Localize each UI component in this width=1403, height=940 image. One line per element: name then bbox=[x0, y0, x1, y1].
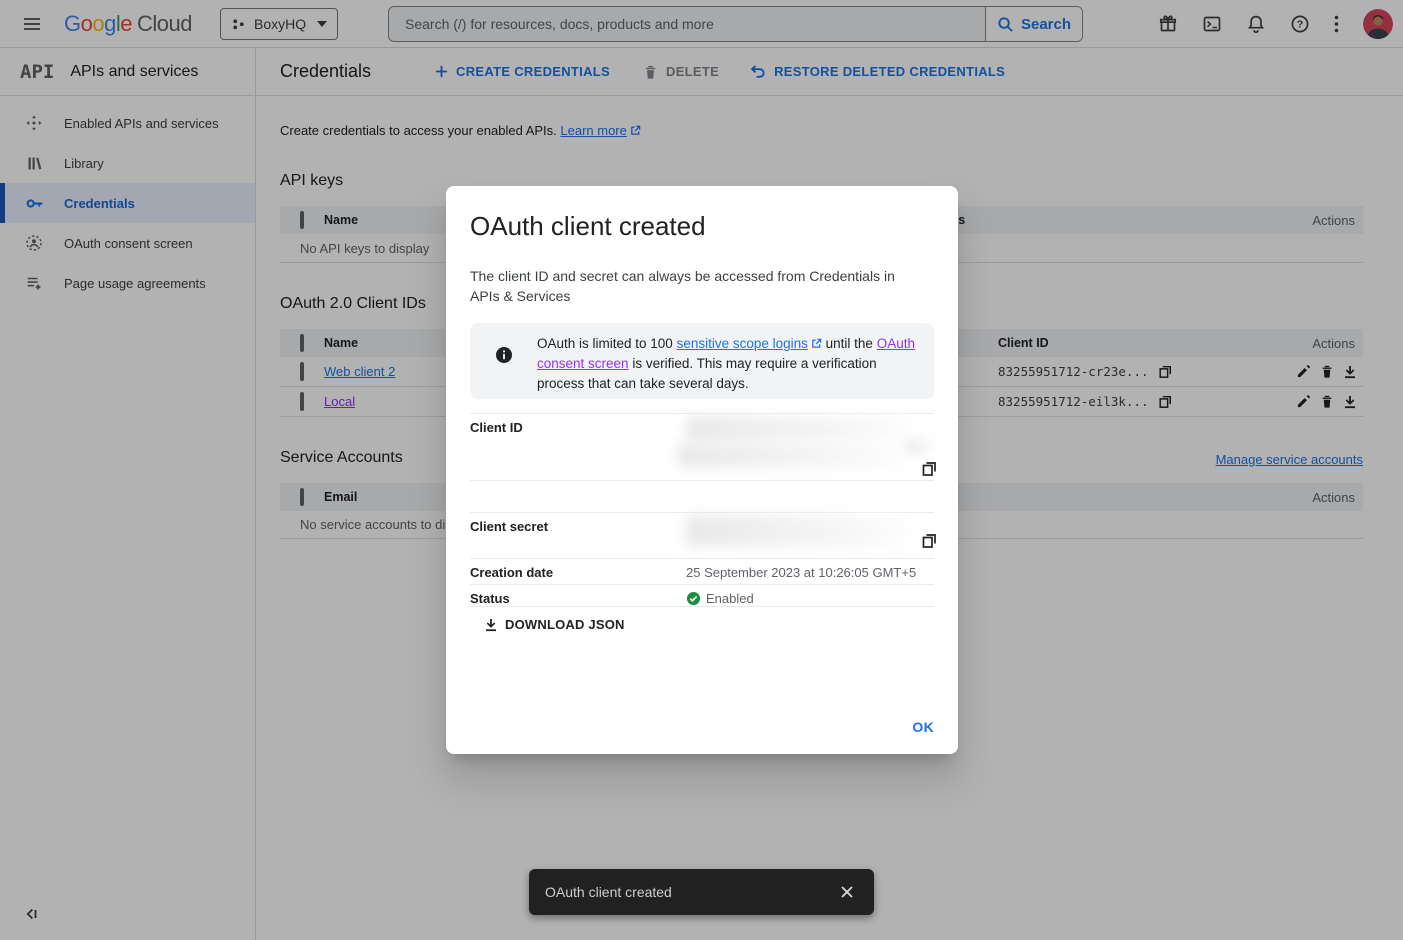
client-details: Client ID Client secret Creation date 25… bbox=[470, 413, 934, 607]
redacted-client-secret bbox=[686, 515, 908, 547]
client-secret-label: Client secret bbox=[470, 519, 686, 558]
dialog-subtitle: The client ID and secret can always be a… bbox=[470, 266, 916, 306]
dialog-title: OAuth client created bbox=[470, 211, 706, 242]
client-id-label: Client ID bbox=[470, 420, 686, 480]
info-text: OAuth is limited to 100 sensitive scope … bbox=[537, 334, 920, 399]
download-icon bbox=[484, 618, 498, 632]
download-json-button[interactable]: DOWNLOAD JSON bbox=[484, 617, 625, 632]
copy-icon[interactable] bbox=[921, 460, 937, 477]
redacted-client-id bbox=[678, 442, 904, 468]
ok-button[interactable]: OK bbox=[908, 713, 938, 741]
check-circle-icon bbox=[686, 591, 701, 606]
copy-icon[interactable] bbox=[921, 532, 937, 549]
status-label: Status bbox=[470, 591, 686, 606]
status-row: Status Enabled bbox=[470, 584, 934, 607]
status-badge: Enabled bbox=[706, 591, 754, 606]
external-link-icon bbox=[811, 338, 822, 349]
redacted-row bbox=[470, 480, 934, 512]
snackbar-message: OAuth client created bbox=[545, 884, 836, 900]
creation-date-value: 25 September 2023 at 10:26:05 GMT+5 bbox=[686, 565, 934, 584]
oauth-client-created-dialog: OAuth client created The client ID and s… bbox=[446, 186, 958, 754]
sensitive-scope-logins-link[interactable]: sensitive scope logins bbox=[677, 336, 808, 351]
info-banner: OAuth is limited to 100 sensitive scope … bbox=[470, 323, 934, 399]
info-icon bbox=[495, 346, 513, 399]
redacted-client-id bbox=[686, 416, 910, 442]
close-icon[interactable] bbox=[836, 881, 858, 903]
client-id-row: Client ID bbox=[470, 413, 934, 480]
snackbar: OAuth client created bbox=[529, 869, 874, 915]
redacted-client-id bbox=[906, 438, 934, 454]
creation-date-row: Creation date 25 September 2023 at 10:26… bbox=[470, 558, 934, 584]
client-secret-row: Client secret bbox=[470, 512, 934, 558]
creation-date-label: Creation date bbox=[470, 565, 686, 584]
